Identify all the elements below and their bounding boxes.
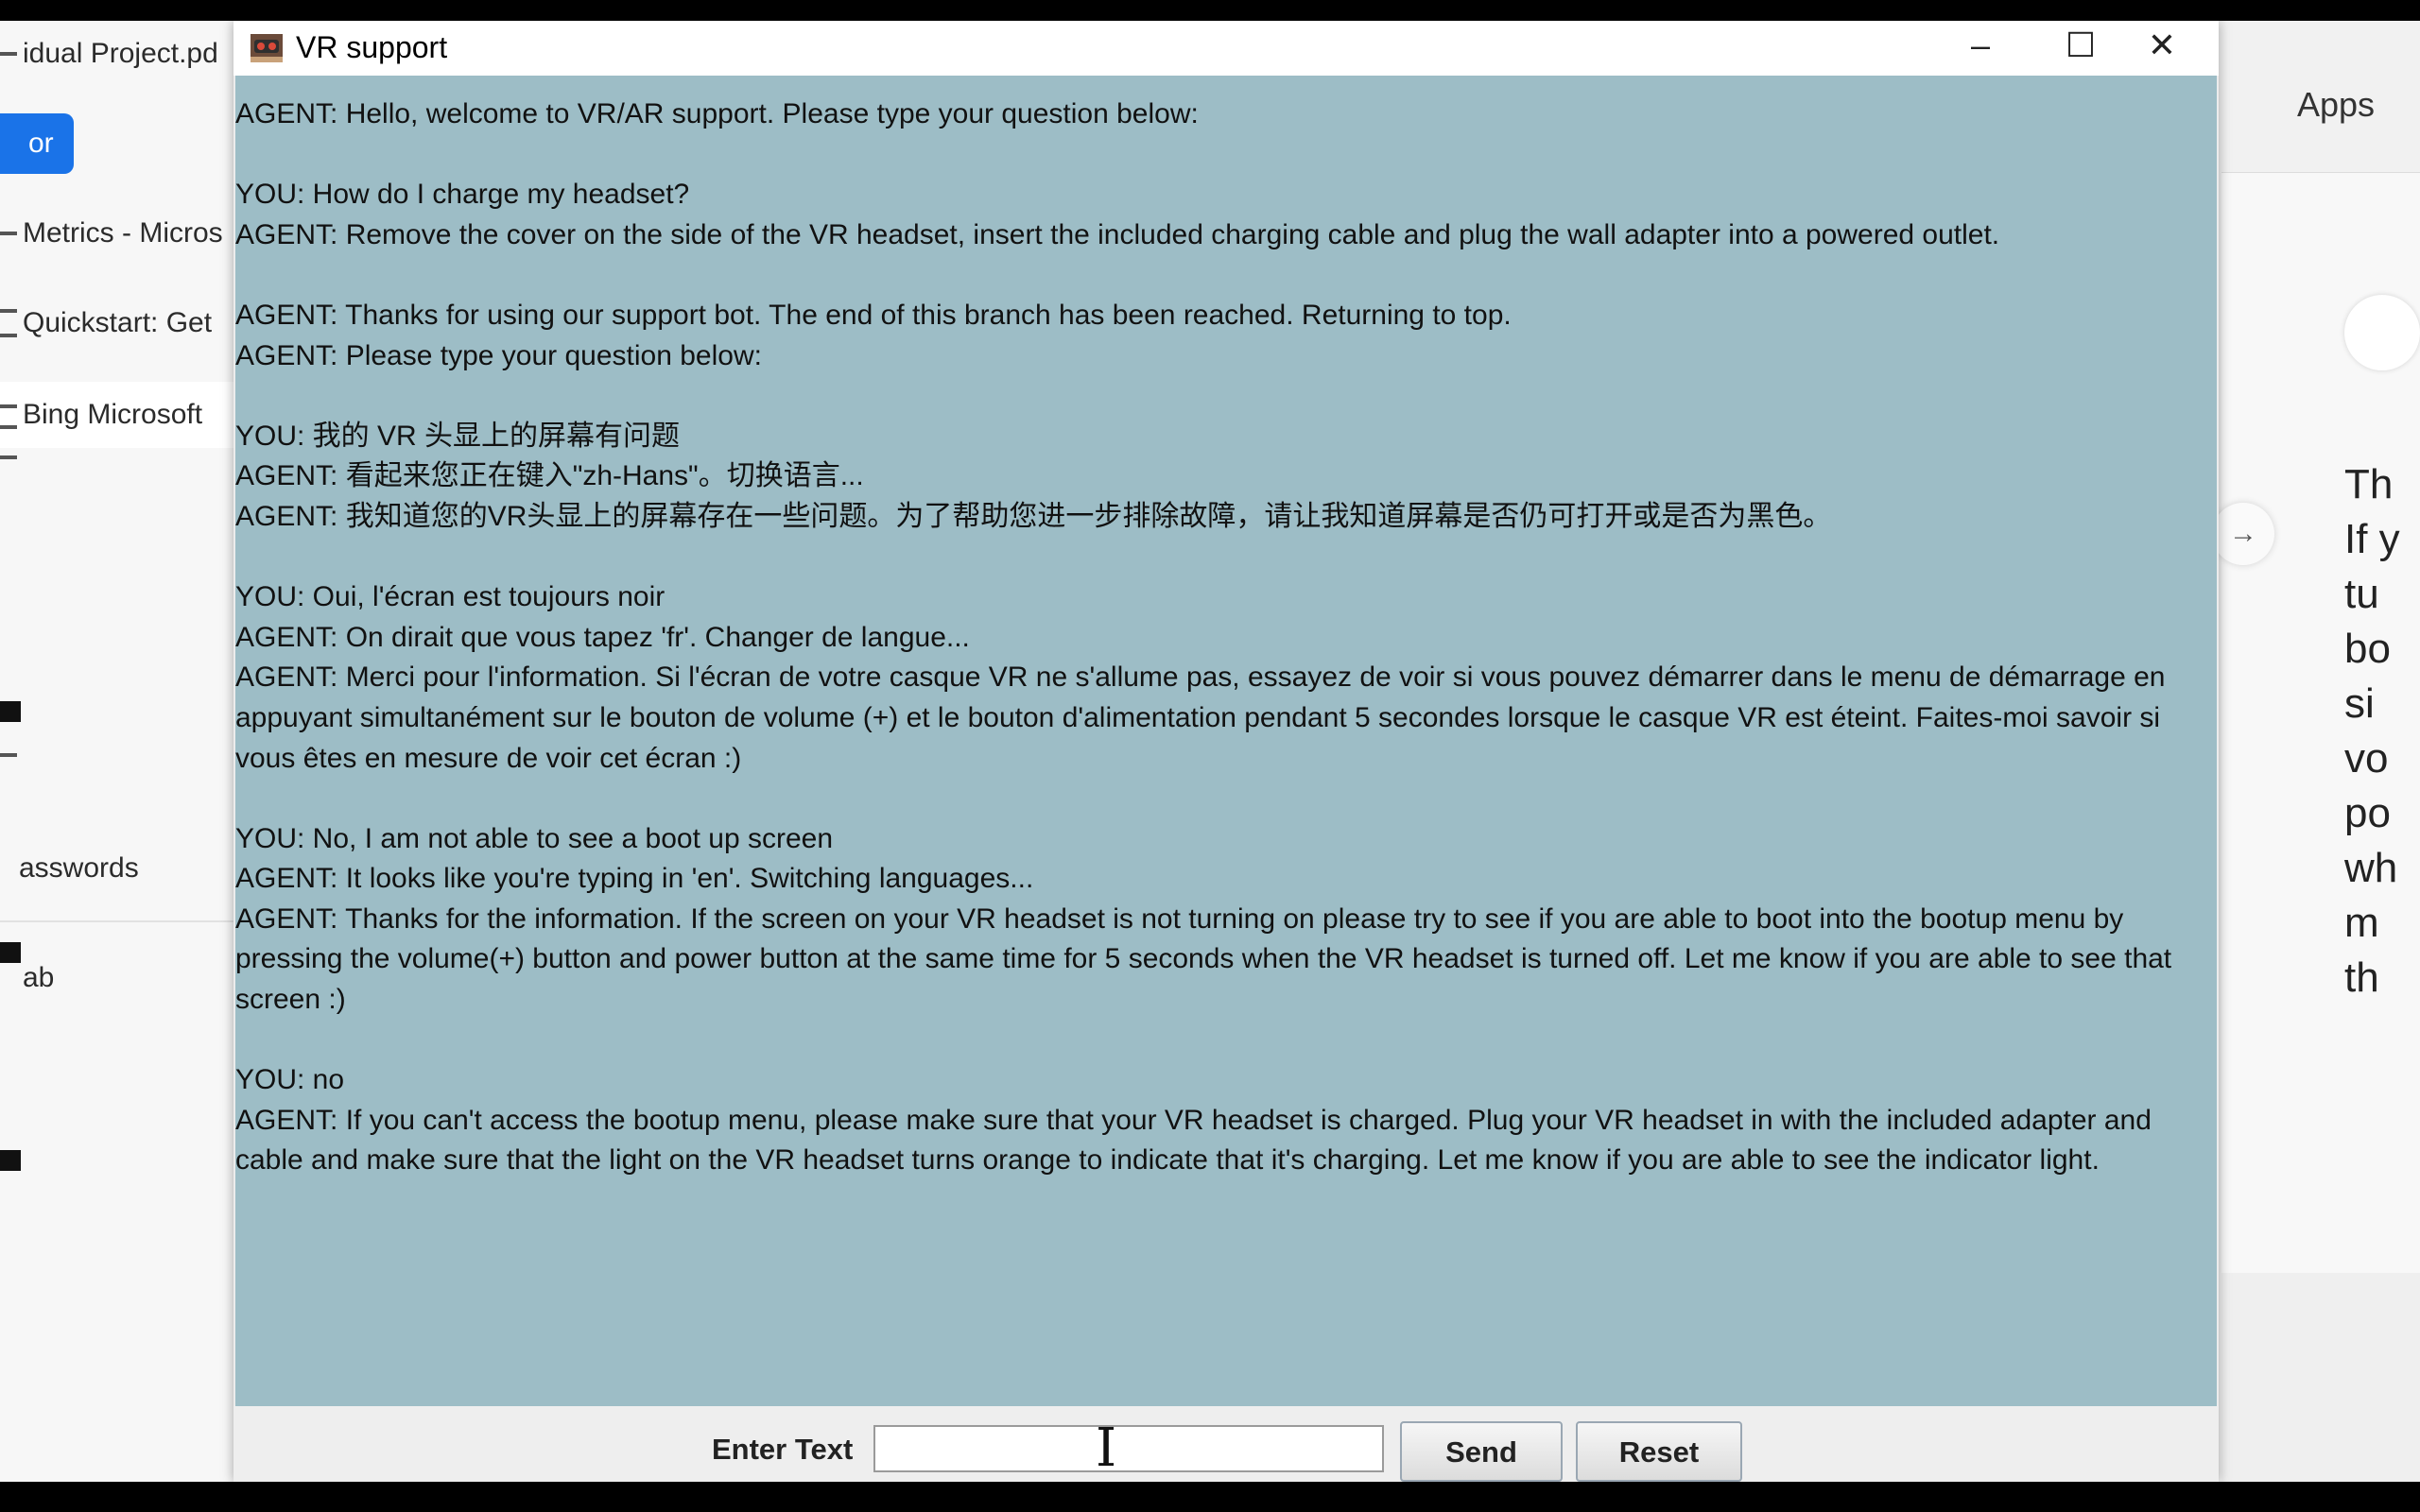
item-marker (0, 1150, 21, 1171)
agent-message: AGENT: 我知道您的VR头显上的屏幕存在一些问题。为了帮助您进一步排除故障，… (235, 500, 1832, 532)
background-app-left: idual Project.pd or Metrics - Micros Qui… (0, 21, 236, 1482)
window-titlebar[interactable]: VR support – ☐ ✕ (233, 21, 2219, 76)
right-app-footer (2221, 1273, 2420, 1482)
right-text-line: tu (2344, 571, 2379, 617)
right-text-line: th (2344, 954, 2379, 1001)
chat-spacer (235, 255, 2202, 296)
maximize-button[interactable]: ☐ (2043, 21, 2118, 76)
vr-support-window: VR support – ☐ ✕ AGENT: Hello, welcome t… (233, 21, 2219, 1482)
right-text-line: vo (2344, 735, 2389, 782)
user-message: YOU: no (235, 1064, 345, 1096)
item-marker (0, 334, 17, 337)
agent-message: AGENT: Remove the cover on the side of t… (235, 218, 2000, 250)
chat-spacer (235, 135, 2202, 176)
right-text-line: si (2344, 680, 2375, 727)
left-list-item[interactable]: Quickstart: Get (0, 290, 236, 356)
agent-message: AGENT: Thanks for using our support bot.… (235, 299, 1512, 331)
left-list-item-active[interactable]: Bing Microsoft (0, 382, 236, 448)
right-text-line: Th (2344, 461, 2394, 507)
left-list-item[interactable]: asswords (0, 835, 236, 902)
chat-spacer (235, 538, 2202, 578)
agent-message: AGENT: Merci pour l'information. Si l'éc… (235, 662, 2173, 774)
chat-spacer (235, 1021, 2202, 1061)
right-app-circle-button[interactable] (2344, 295, 2420, 370)
item-marker (0, 232, 17, 235)
arrow-right-icon[interactable]: → (2212, 503, 2274, 565)
left-blue-button[interactable]: or (0, 113, 74, 174)
right-app-header: Apps (2221, 21, 2420, 173)
agent-message: AGENT: On dirait que vous tapez 'fr'. Ch… (235, 621, 970, 653)
item-marker (0, 52, 17, 56)
agent-message: AGENT: Hello, welcome to VR/AR support. … (235, 98, 1199, 129)
item-marker (0, 753, 17, 757)
agent-message: AGENT: Thanks for the information. If th… (235, 902, 2180, 1016)
right-text-line: m (2344, 900, 2379, 946)
agent-message: AGENT: Please type your question below: (235, 339, 762, 371)
chat-spacer (235, 376, 2202, 417)
left-list-item[interactable]: Metrics - Micros (0, 200, 236, 266)
chat-transcript[interactable]: AGENT: Hello, welcome to VR/AR support. … (235, 76, 2217, 1406)
right-text-line: If y (2344, 516, 2400, 562)
input-bar: Enter Text I Send Reset (233, 1406, 2219, 1482)
item-marker (0, 455, 17, 459)
item-marker (0, 404, 17, 408)
agent-message: AGENT: It looks like you're typing in 'e… (235, 863, 1034, 895)
left-list-item[interactable]: idual Project.pd (0, 21, 236, 87)
vr-headset-icon (251, 34, 283, 62)
user-message: YOU: How do I charge my headset? (235, 179, 690, 211)
chat-spacer (235, 779, 2202, 819)
desktop-screen: idual Project.pd or Metrics - Micros Qui… (0, 21, 2420, 1482)
agent-message: AGENT: If you can't access the bootup me… (235, 1104, 2160, 1177)
chat-log: AGENT: Hello, welcome to VR/AR support. … (235, 94, 2202, 1181)
item-marker (0, 425, 17, 429)
reset-button[interactable]: Reset (1576, 1421, 1742, 1482)
divider (0, 920, 236, 922)
minimize-button[interactable]: – (1943, 21, 2018, 76)
right-text-line: bo (2344, 626, 2391, 672)
user-message: YOU: No, I am not able to see a boot up … (235, 822, 834, 854)
close-button[interactable]: ✕ (2124, 21, 2200, 76)
text-cursor-icon: I (1096, 1418, 1117, 1479)
left-list-item[interactable]: ab (0, 945, 236, 1011)
agent-message: AGENT: 看起来您正在键入"zh-Hans"。切换语言... (235, 460, 864, 492)
background-app-right: Apps → Th If y tu bo si vo po wh m th (2212, 21, 2420, 1482)
item-marker (0, 309, 17, 313)
right-text-line: po (2344, 790, 2391, 836)
item-marker (0, 701, 21, 722)
send-button[interactable]: Send (1400, 1421, 1563, 1482)
user-message: YOU: Oui, l'écran est toujours noir (235, 581, 666, 613)
right-text-line: wh (2344, 845, 2398, 891)
message-input[interactable] (873, 1425, 1384, 1472)
enter-text-label: Enter Text (712, 1433, 854, 1466)
apps-link[interactable]: Apps (2297, 85, 2375, 125)
user-message: YOU: 我的 VR 头显上的屏幕有问题 (235, 420, 681, 452)
window-title: VR support (296, 30, 448, 64)
